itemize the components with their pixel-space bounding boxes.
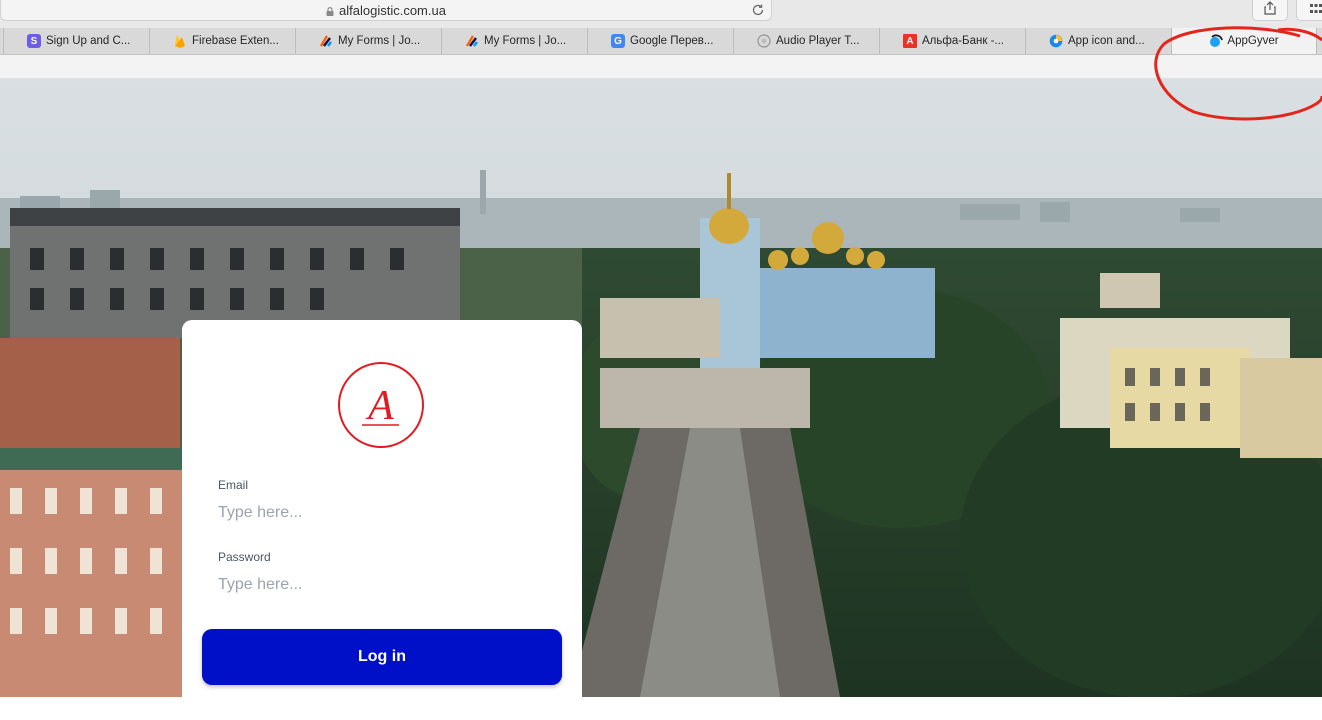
tab-label: My Forms | Jo... (484, 35, 567, 47)
firebase-icon (173, 34, 187, 48)
tab-bar: S Sign Up and C... Firebase Exten... My … (0, 28, 1322, 55)
grid-icon (1310, 1, 1322, 19)
jotform-icon (319, 34, 333, 48)
reload-icon[interactable] (751, 3, 765, 17)
login-card: A Email Password Log in (182, 320, 582, 720)
login-button[interactable]: Log in (202, 629, 562, 685)
tab-firebase[interactable]: Firebase Exten... (149, 28, 295, 54)
tab-label: Firebase Exten... (192, 35, 279, 47)
tab-google-translate[interactable]: G Google Перев... (587, 28, 733, 54)
tab-audio-player[interactable]: Audio Player T... (733, 28, 879, 54)
tab-sign-up[interactable]: S Sign Up and C... (3, 28, 149, 54)
tab-appgyver[interactable]: AppGyver (1171, 28, 1317, 54)
tab-overview-button[interactable] (1296, 0, 1322, 21)
app-icon-icon (1049, 34, 1063, 48)
address-bar: alfalogistic.com.ua (0, 0, 1322, 29)
tab-label: Sign Up and C... (46, 35, 131, 47)
share-icon (1264, 0, 1276, 20)
tab-label: My Forms | Jo... (338, 35, 421, 47)
tab-jotform-1[interactable]: My Forms | Jo... (295, 28, 441, 54)
lock-icon (326, 6, 334, 16)
url-text: alfalogistic.com.ua (339, 2, 446, 18)
tab-label: Audio Player T... (776, 35, 860, 47)
s-logo-icon: S (27, 34, 41, 48)
tab-label: App icon and... (1068, 35, 1145, 47)
google-translate-icon: G (611, 34, 625, 48)
alfa-bank-icon: A (903, 34, 917, 48)
toolbar-strip (0, 55, 1322, 78)
password-label: Password (218, 550, 271, 564)
audio-player-icon (757, 34, 771, 48)
tab-app-icon[interactable]: App icon and... (1025, 28, 1171, 54)
tab-jotform-2[interactable]: My Forms | Jo... (441, 28, 587, 54)
email-input[interactable] (218, 500, 548, 526)
tab-alfa-bank[interactable]: A Альфа-Банк -... (879, 28, 1025, 54)
tab-label: Google Перев... (630, 35, 714, 47)
email-label: Email (218, 478, 249, 492)
logo-letter: A (365, 383, 394, 429)
jotform-icon (465, 34, 479, 48)
appgyver-icon (1209, 34, 1224, 48)
password-input[interactable] (218, 572, 548, 598)
share-button[interactable] (1252, 0, 1288, 21)
url-field[interactable]: alfalogistic.com.ua (0, 0, 772, 21)
alfa-logo: A (338, 362, 424, 448)
tab-label: Альфа-Банк -... (922, 35, 1004, 47)
tab-label: AppGyver (1227, 35, 1279, 47)
